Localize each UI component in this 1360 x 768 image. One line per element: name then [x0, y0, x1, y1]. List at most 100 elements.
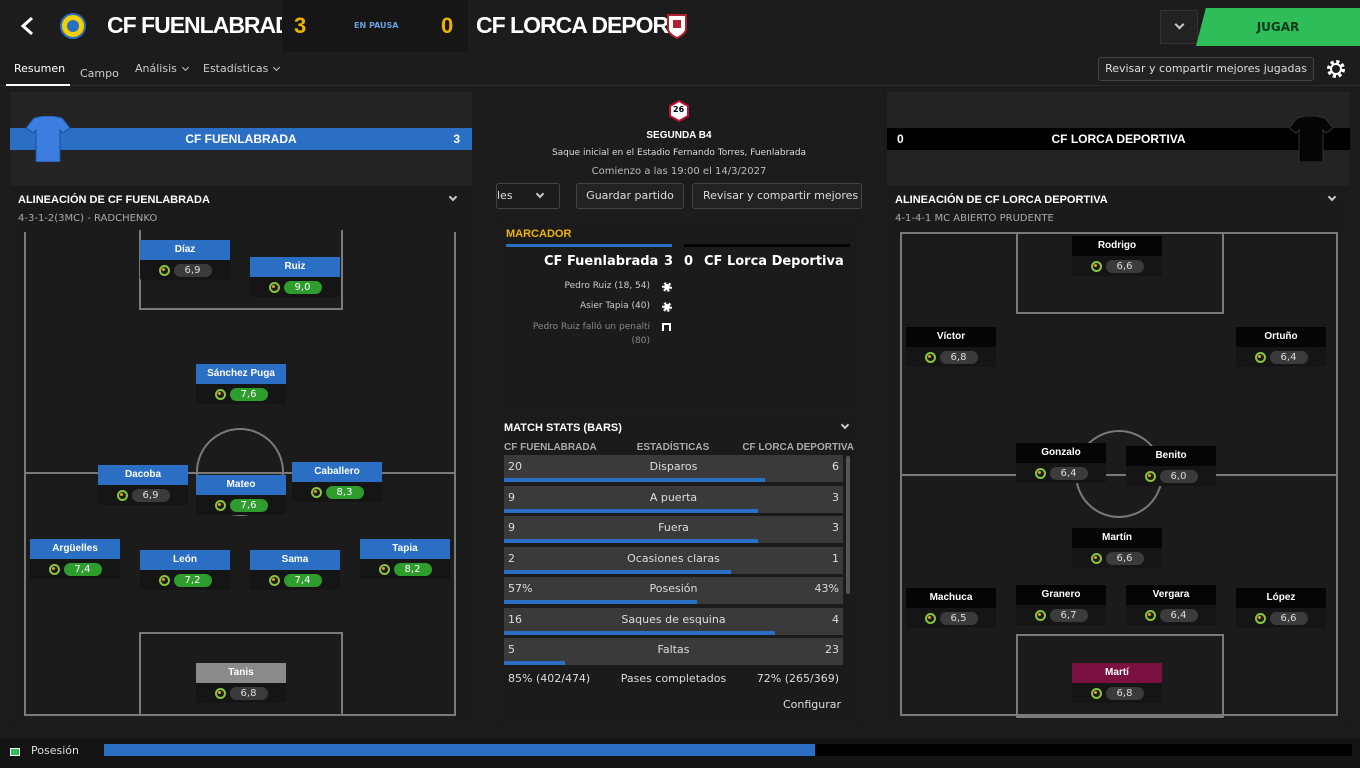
- form-icon: [158, 264, 170, 276]
- scoreboard-home: CF Fuenlabrada: [544, 254, 659, 269]
- chevron-down-icon[interactable]: [840, 420, 850, 430]
- home-pitch: [24, 230, 456, 716]
- player-rating-row: 6,8: [1072, 683, 1162, 703]
- form-icon: [158, 574, 170, 586]
- away-player-card[interactable]: Granero 6,7: [1016, 585, 1106, 625]
- away-color-line: [684, 244, 850, 247]
- share-highlights-button[interactable]: Revisar y compartir mejores jugadas: [1098, 57, 1314, 81]
- player-rating: 8,3: [325, 485, 364, 499]
- player-rating-row: 7,4: [30, 559, 120, 579]
- away-kit-icon: [1288, 115, 1334, 163]
- match-status: EN PAUSA: [354, 21, 399, 30]
- away-player-card[interactable]: Gonzalo 6,4: [1016, 443, 1106, 483]
- player-rating: 6,4: [1049, 466, 1088, 480]
- away-player-card[interactable]: Rodrigo 6,6: [1072, 236, 1162, 276]
- player-rating: 6,9: [173, 263, 212, 277]
- player-name: Mateo: [196, 475, 286, 495]
- scrollbar[interactable]: [846, 456, 850, 594]
- form-icon: [1034, 609, 1046, 621]
- home-kit-icon: [25, 115, 71, 163]
- home-crest-icon: [60, 12, 86, 40]
- tab-campo[interactable]: Campo: [80, 62, 119, 81]
- stat-row: 5 Faltas 23: [504, 638, 843, 665]
- configure-button[interactable]: Configurar: [772, 694, 852, 718]
- home-banner-score: 3: [453, 132, 460, 146]
- passes-away: 72% (265/369): [756, 672, 839, 685]
- away-player-card[interactable]: Ortuño 6,4: [1236, 327, 1326, 367]
- stat-bar: [504, 600, 698, 604]
- stat-label: Disparos: [649, 460, 698, 473]
- play-options-button[interactable]: [1160, 10, 1198, 44]
- stat-away-value: 4: [832, 612, 839, 626]
- gear-icon[interactable]: [1325, 58, 1347, 80]
- away-banner-name: CF LORCA DEPORTIVA: [1051, 132, 1186, 146]
- player-rating: 6,4: [1269, 350, 1308, 364]
- form-icon: [1254, 612, 1266, 624]
- chevron-down-icon: [1174, 19, 1185, 30]
- stat-row: 16 Saques de esquina 4: [504, 607, 843, 635]
- home-team-panel: CF FUENLABRADA 3 ALINEACIÓN DE CF FUENLA…: [10, 92, 472, 726]
- tab-analisis[interactable]: Análisis: [135, 62, 189, 75]
- chevron-down-icon: [273, 63, 281, 71]
- form-icon: [268, 574, 280, 586]
- away-team-panel: 0 CF LORCA DEPORTIVA ALINEACIÓN DE CF LO…: [887, 92, 1350, 726]
- away-player-card[interactable]: Martí 6,8: [1072, 663, 1162, 703]
- play-button[interactable]: JUGAR: [1196, 8, 1360, 46]
- away-player-card[interactable]: Vergara 6,4: [1126, 585, 1216, 625]
- goalpost-icon: [662, 323, 671, 331]
- stat-bar: [504, 569, 732, 574]
- player-rating: 6,4: [1159, 608, 1198, 622]
- play-button-label: JUGAR: [1256, 20, 1300, 34]
- share-highlights-center-button[interactable]: Revisar y compartir mejores ju: [692, 183, 862, 209]
- home-player-card[interactable]: León 7,2: [140, 550, 230, 590]
- player-rating-row: 6,4: [1126, 605, 1216, 625]
- away-player-card[interactable]: Machuca 6,5: [906, 588, 996, 628]
- home-player-card[interactable]: Mateo 7,6: [196, 475, 286, 515]
- away-player-card[interactable]: Martín 6,6: [1072, 528, 1162, 568]
- home-player-card[interactable]: Díaz 6,9: [140, 240, 230, 280]
- chevron-down-icon[interactable]: [448, 192, 458, 202]
- player-name: Vergara: [1126, 585, 1216, 605]
- player-rating-row: 8,2: [360, 559, 450, 579]
- player-rating: 9,0: [283, 280, 322, 294]
- away-player-card[interactable]: Benito 6,0: [1126, 446, 1216, 486]
- stat-away-value: 1: [832, 551, 839, 565]
- player-rating-row: 6,8: [906, 347, 996, 367]
- possession-icon: [10, 748, 20, 756]
- kickoff-text: Comienzo a las 19:00 el 14/3/2027: [591, 166, 767, 177]
- player-rating: 6,8: [1105, 686, 1144, 700]
- home-player-card[interactable]: Tanis 6,8: [196, 663, 286, 703]
- stats-last-row: 85% (402/474) Pases completados 72% (265…: [504, 669, 843, 689]
- home-player-card[interactable]: Tapia 8,2: [360, 539, 450, 579]
- home-player-card[interactable]: Sama 7,4: [250, 550, 340, 590]
- chevron-down-icon[interactable]: [1327, 192, 1337, 202]
- save-match-button[interactable]: Guardar partido: [576, 183, 684, 209]
- player-rating: 7,2: [173, 573, 212, 587]
- tab-resumen[interactable]: Resumen: [6, 62, 70, 86]
- player-name: León: [140, 550, 230, 570]
- highlights-dropdown[interactable]: les: [496, 183, 560, 209]
- away-player-card[interactable]: Víctor 6,8: [906, 327, 996, 367]
- stat-label: Posesión: [649, 582, 698, 595]
- back-icon[interactable]: [18, 16, 38, 36]
- stat-bar: [504, 539, 759, 543]
- home-player-card[interactable]: Ruiz 9,0: [250, 257, 340, 297]
- form-icon: [48, 563, 60, 575]
- chevron-down-icon: [535, 189, 545, 199]
- home-player-card[interactable]: Dacoba 6,9: [98, 465, 188, 505]
- away-player-card[interactable]: López 6,6: [1236, 588, 1326, 628]
- player-name: Gonzalo: [1016, 443, 1106, 463]
- scoreboard-away-score: 0: [684, 254, 694, 269]
- stat-away-value: 23: [825, 643, 839, 656]
- tab-estadisticas[interactable]: Estadísticas: [203, 62, 281, 75]
- goal-event: Pedro Ruiz (18, 54): [564, 281, 650, 291]
- player-rating: 6,6: [1269, 611, 1308, 625]
- stat-label: A puerta: [649, 490, 698, 504]
- possession-home-fill: [104, 744, 816, 756]
- home-player-card[interactable]: Caballero 8,3: [292, 462, 382, 502]
- form-icon: [310, 486, 322, 498]
- home-color-line: [506, 244, 672, 247]
- home-player-card[interactable]: Argüelles 7,4: [30, 539, 120, 579]
- player-name: Caballero: [292, 462, 382, 482]
- home-player-card[interactable]: Sánchez Puga 7,6: [196, 364, 286, 404]
